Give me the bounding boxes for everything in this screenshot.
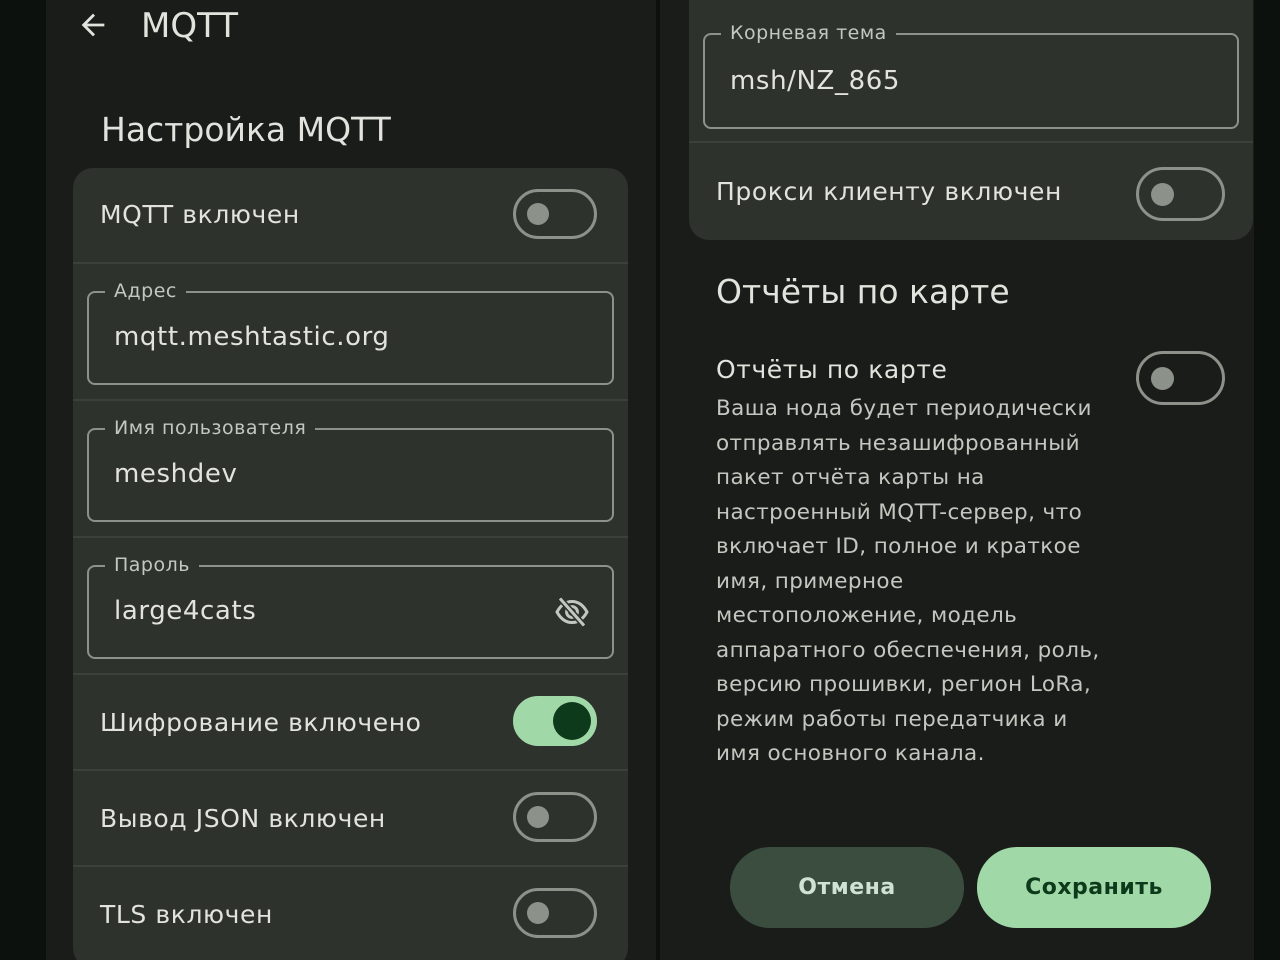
- row-tls-enabled: TLS включен: [73, 867, 628, 960]
- json-enabled-label: Вывод JSON включен: [100, 804, 386, 833]
- section-title-map-reports: Отчёты по карте: [716, 272, 1010, 311]
- top-app-bar: MQTT: [46, 0, 656, 60]
- page-title: MQTT: [141, 6, 239, 46]
- mqtt-settings-screen-left: MQTT Настройка MQTT MQTT включен Адрес И…: [46, 0, 656, 960]
- switch-knob: [1151, 183, 1174, 206]
- address-input[interactable]: [114, 319, 534, 355]
- json-enabled-switch[interactable]: [513, 792, 597, 842]
- switch-knob: [527, 902, 549, 924]
- row-password: Пароль: [73, 538, 628, 675]
- arrow-back-icon[interactable]: [76, 8, 110, 42]
- root-topic-input[interactable]: [730, 63, 1150, 99]
- password-field-label: Пароль: [105, 553, 199, 577]
- proxy-to-client-switch[interactable]: [1136, 167, 1225, 221]
- address-field[interactable]: Адрес: [87, 279, 614, 385]
- section-title-mqtt-config: Настройка MQTT: [101, 110, 391, 149]
- row-root-topic: Корневая тема: [689, 0, 1253, 143]
- encryption-enabled-switch[interactable]: [513, 696, 597, 746]
- mqtt-enabled-switch[interactable]: [513, 189, 597, 239]
- mqtt-settings-card-continued: Корневая тема Прокси клиенту включен: [689, 0, 1253, 240]
- mqtt-settings-card: MQTT включен Адрес Имя пользователя Паро…: [73, 168, 628, 960]
- username-input[interactable]: [114, 456, 534, 492]
- switch-knob: [553, 702, 591, 740]
- tls-enabled-switch[interactable]: [513, 888, 597, 938]
- row-username: Имя пользователя: [73, 401, 628, 538]
- switch-knob: [527, 203, 549, 225]
- proxy-to-client-label: Прокси клиенту включен: [716, 177, 1062, 206]
- switch-knob: [1151, 367, 1174, 390]
- username-field-label: Имя пользователя: [105, 416, 316, 440]
- password-input[interactable]: [114, 593, 534, 629]
- row-mqtt-enabled: MQTT включен: [73, 168, 628, 264]
- map-reports-label: Отчёты по карте: [716, 355, 948, 384]
- root-topic-field-label: Корневая тема: [721, 21, 896, 45]
- row-proxy-to-client: Прокси клиенту включен: [689, 143, 1253, 240]
- visibility-off-icon[interactable]: [552, 594, 592, 630]
- row-encryption-enabled: Шифрование включено: [73, 675, 628, 771]
- mqtt-enabled-label: MQTT включен: [100, 200, 300, 229]
- encryption-enabled-label: Шифрование включено: [100, 708, 422, 737]
- tls-enabled-label: TLS включен: [100, 900, 273, 929]
- switch-knob: [527, 806, 549, 828]
- map-reports-switch[interactable]: [1136, 351, 1225, 405]
- row-json-enabled: Вывод JSON включен: [73, 771, 628, 867]
- root-topic-field[interactable]: Корневая тема: [703, 21, 1239, 129]
- username-field[interactable]: Имя пользователя: [87, 416, 614, 522]
- save-button[interactable]: Сохранить: [977, 847, 1211, 928]
- cancel-button[interactable]: Отмена: [730, 847, 964, 928]
- mqtt-settings-screen-right: Корневая тема Прокси клиенту включен Отч…: [660, 0, 1254, 960]
- address-field-label: Адрес: [105, 279, 186, 303]
- password-field[interactable]: Пароль: [87, 553, 614, 659]
- map-reports-description: Ваша нода будет периодически отправлять …: [716, 396, 1100, 766]
- row-address: Адрес: [73, 264, 628, 401]
